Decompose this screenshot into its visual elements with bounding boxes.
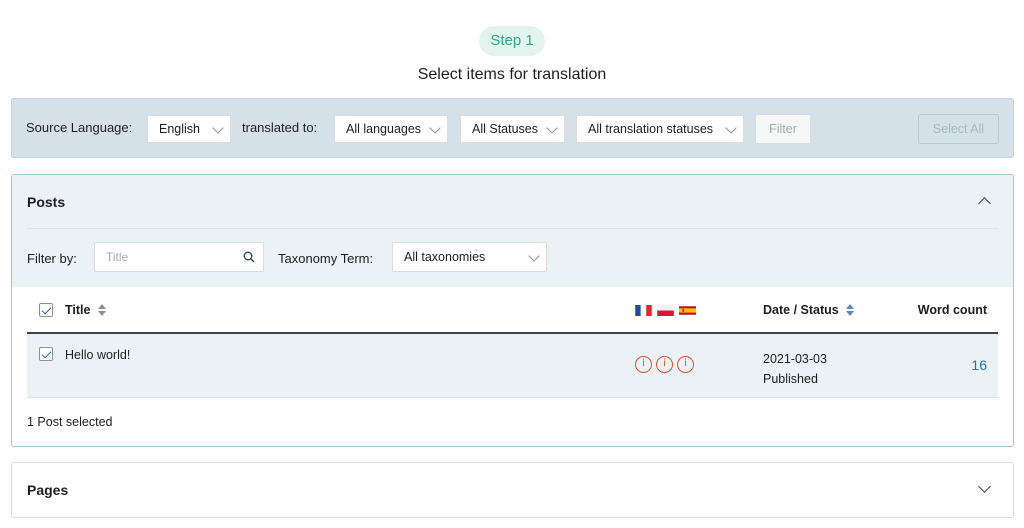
- row-checkbox-cell: [27, 333, 65, 398]
- post-status-select[interactable]: All Statuses: [460, 115, 565, 143]
- info-icon[interactable]: i: [677, 356, 694, 373]
- step-badge: Step 1: [479, 26, 545, 56]
- post-title: Hello world!: [65, 348, 131, 362]
- row-title-cell: Hello world!: [65, 333, 635, 398]
- title-search-input[interactable]: [95, 243, 235, 271]
- posts-table: Title Date / Status Word count Hello wor…: [27, 287, 998, 398]
- row-languages-cell: iii: [635, 333, 763, 398]
- post-date: 2021-03-03: [763, 352, 827, 366]
- sort-icon[interactable]: [97, 304, 106, 317]
- posts-panel: Posts Filter by: Taxonomy Term: All taxo…: [11, 174, 1014, 447]
- title-search-field[interactable]: [94, 242, 264, 272]
- source-language-select[interactable]: English: [147, 115, 231, 143]
- posts-panel-header: Posts Filter by: Taxonomy Term: All taxo…: [12, 175, 1013, 287]
- pages-panel-title: Pages: [27, 482, 69, 498]
- chevron-down-icon: [546, 122, 558, 134]
- info-icon[interactable]: i: [635, 356, 652, 373]
- post-status: Published: [763, 372, 818, 386]
- table-header-row: Title Date / Status Word count: [27, 287, 998, 334]
- source-language-label: Source Language:: [26, 120, 133, 135]
- word-count-column-header: Word count: [903, 287, 998, 334]
- info-icon[interactable]: i: [656, 356, 673, 373]
- collapse-chevron-up-icon[interactable]: [978, 197, 991, 210]
- date-status-column-label: Date / Status: [763, 302, 839, 317]
- row-word-count-cell: 16: [903, 333, 998, 398]
- row-checkbox[interactable]: [39, 346, 53, 361]
- title-column-header[interactable]: Title: [65, 287, 635, 334]
- filter-bar: Source Language: English translated to: …: [11, 98, 1014, 158]
- taxonomy-select[interactable]: All taxonomies: [392, 242, 547, 272]
- search-icon[interactable]: [243, 251, 255, 263]
- taxonomy-term-label: Taxonomy Term:: [278, 251, 374, 266]
- translation-status-value: All translation statuses: [588, 122, 714, 136]
- table-row[interactable]: Hello world! iii 2021-03-03 Published 16: [27, 333, 998, 398]
- flag-poland-icon: [657, 304, 674, 316]
- title-column-label: Title: [65, 302, 91, 317]
- chevron-down-icon: [429, 122, 441, 134]
- word-count-link[interactable]: 16: [971, 357, 987, 373]
- chevron-down-icon: [725, 122, 737, 134]
- word-count-column-label: Word count: [917, 302, 987, 317]
- select-all-checkbox[interactable]: [39, 302, 53, 317]
- page: Step 1 Select items for translation Sour…: [0, 0, 1024, 528]
- selection-count: 1 Post selected: [27, 415, 113, 429]
- target-languages-value: All languages: [346, 122, 422, 136]
- filter-by-label: Filter by:: [27, 251, 77, 266]
- post-status-value: All Statuses: [472, 122, 539, 136]
- date-status-column-header[interactable]: Date / Status: [763, 287, 903, 334]
- translated-to-label: translated to:: [242, 120, 318, 135]
- sort-icon[interactable]: [846, 304, 855, 317]
- flag-france-icon: [635, 304, 652, 316]
- row-date-status-cell: 2021-03-03 Published: [763, 333, 903, 398]
- chevron-down-icon: [528, 250, 540, 262]
- filter-button[interactable]: Filter: [755, 114, 811, 144]
- taxonomy-value: All taxonomies: [404, 250, 486, 264]
- divider: [27, 228, 998, 229]
- pages-panel[interactable]: Pages: [11, 462, 1014, 518]
- expand-chevron-down-icon[interactable]: [978, 480, 991, 493]
- flag-spain-icon: [679, 305, 696, 315]
- source-language-value: English: [159, 122, 200, 136]
- languages-column-header: [635, 287, 763, 334]
- chevron-down-icon: [212, 122, 224, 134]
- translation-status-select[interactable]: All translation statuses: [576, 115, 744, 143]
- target-languages-select[interactable]: All languages: [334, 115, 448, 143]
- select-all-button[interactable]: Select All: [918, 114, 999, 144]
- posts-panel-title: Posts: [27, 194, 66, 210]
- select-all-checkbox-cell: [27, 287, 65, 334]
- page-title: Select items for translation: [417, 66, 607, 83]
